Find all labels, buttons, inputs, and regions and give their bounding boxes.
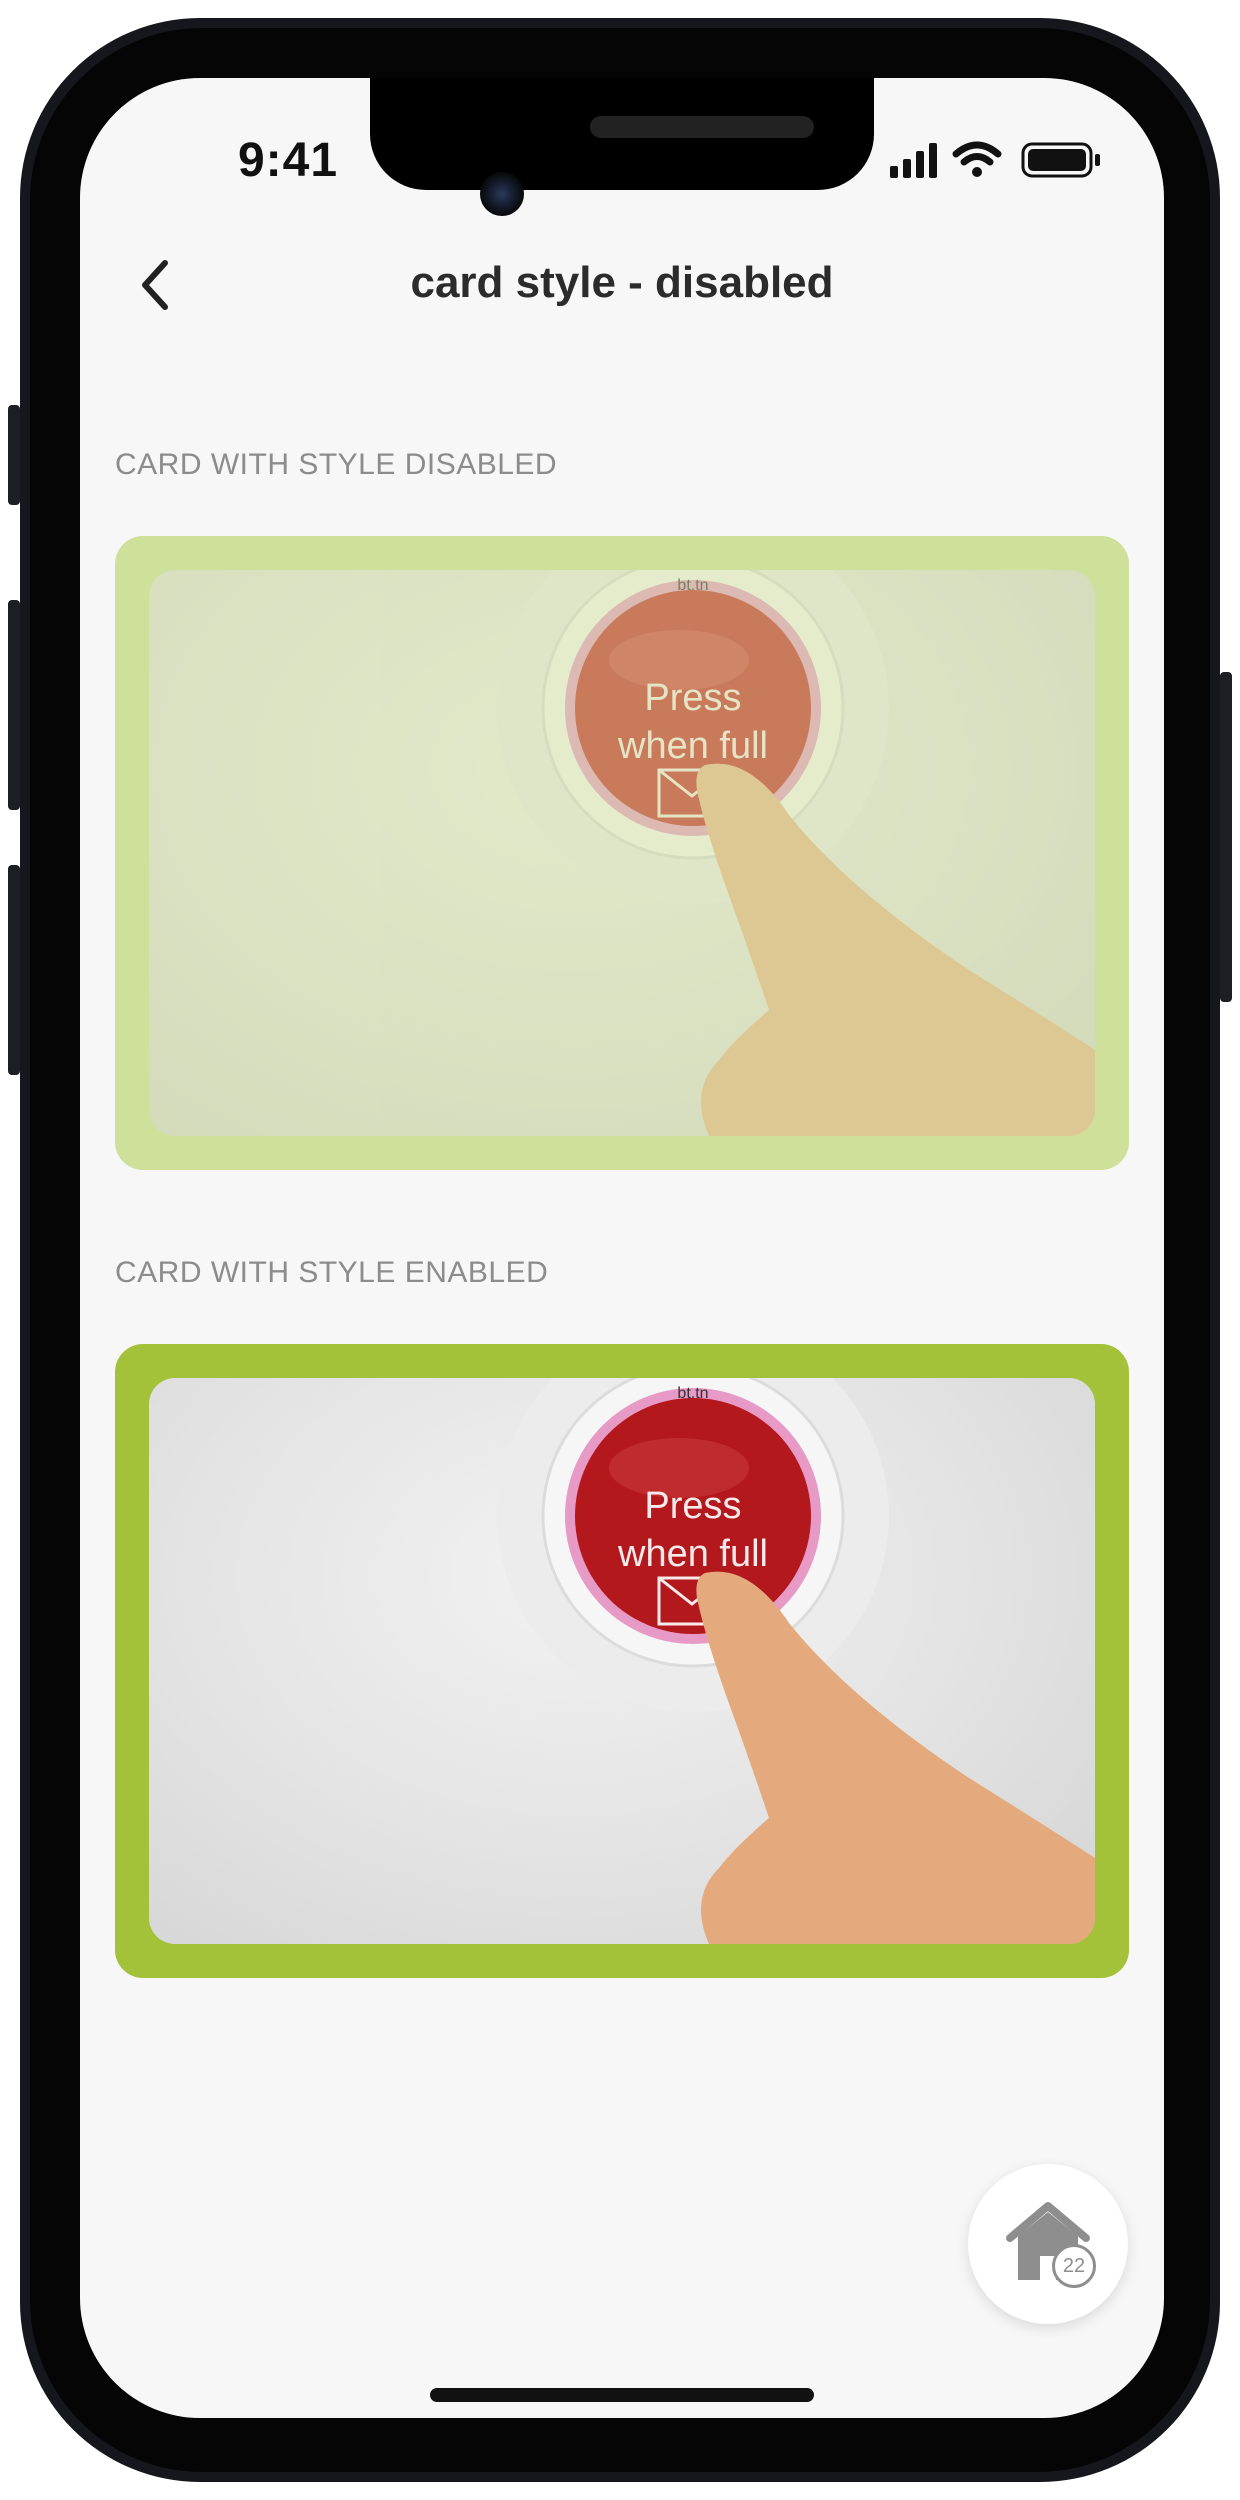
speaker-grille	[590, 116, 814, 138]
image-text-line2: when full	[617, 1533, 768, 1575]
home-fab-button[interactable]: 22	[968, 2164, 1128, 2324]
card-style-enabled[interactable]: bt.tn Press when full	[115, 1344, 1129, 1978]
cellular-signal-icon	[890, 143, 937, 178]
home-count-badge: 22	[1052, 2244, 1096, 2288]
home-icon	[1006, 2202, 1090, 2280]
card-style-disabled[interactable]: bt.tn Press when full	[115, 536, 1129, 1170]
image-text-line2: when full	[617, 725, 768, 767]
side-button-volume-up	[8, 600, 20, 810]
image-text-line1: Press	[644, 677, 741, 719]
navigation-bar: card style - disabled	[80, 228, 1164, 368]
side-button-power	[1220, 672, 1232, 1002]
card-image: bt.tn Press when full	[149, 570, 1095, 1136]
page-title: card style - disabled	[410, 258, 834, 307]
finger-illustration	[696, 1571, 1095, 1944]
battery-icon	[1021, 142, 1100, 178]
wifi-icon	[952, 141, 1002, 177]
button-illustration: bt.tn Press when full	[497, 570, 1095, 1136]
image-text-line1: Press	[644, 1485, 741, 1527]
finger-illustration	[696, 763, 1095, 1136]
status-icons	[890, 141, 1100, 178]
brand-text: bt.tn	[677, 577, 708, 594]
app-screen: 9:41 card style - disabled CARD WITH STY…	[80, 78, 1164, 2418]
status-time: 9:41	[237, 134, 339, 187]
section-label-enabled: CARD WITH STYLE ENABLED	[115, 1256, 549, 1289]
front-camera	[480, 172, 524, 216]
chevron-left-icon	[142, 260, 168, 310]
back-button[interactable]	[120, 250, 190, 320]
home-indicator	[430, 2388, 814, 2402]
side-button-volume-down	[8, 865, 20, 1075]
brand-text: bt.tn	[677, 1385, 708, 1402]
card-image: bt.tn Press when full	[149, 1378, 1095, 1944]
button-illustration: bt.tn Press when full	[497, 1378, 1095, 1944]
section-label-disabled: CARD WITH STYLE DISABLED	[115, 448, 558, 481]
side-button-silent	[8, 405, 20, 505]
